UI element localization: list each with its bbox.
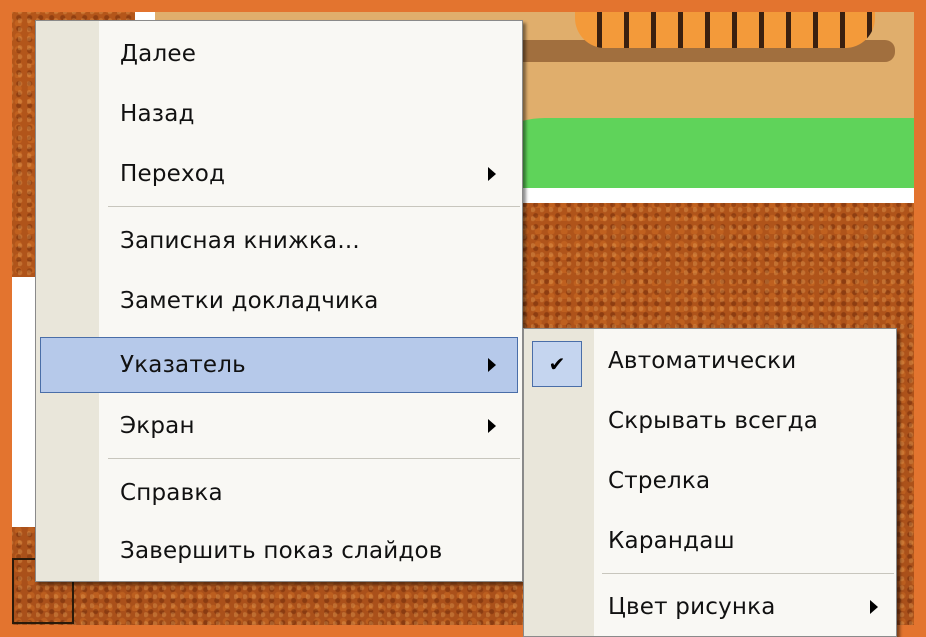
submenu-item-arrow[interactable]: Стрелка (524, 453, 896, 509)
menu-item-goto[interactable]: Переход (36, 146, 522, 202)
illustration-tiger (575, 0, 875, 48)
chevron-right-icon (488, 419, 496, 433)
submenu-item-always-hide[interactable]: Скрывать всегда (524, 393, 896, 449)
chevron-right-icon (870, 600, 878, 614)
chevron-right-icon (488, 358, 496, 372)
menu-item-notebook[interactable]: Записная книжка... (36, 213, 522, 269)
menu-item-label: Заметки докладчика (120, 288, 379, 314)
menu-item-pointer[interactable]: Указатель (40, 337, 518, 393)
menu-item-screen[interactable]: Экран (36, 398, 522, 454)
menu-item-label: Далее (120, 41, 197, 67)
slide-white-patch (12, 277, 36, 527)
menu-item-label: Карандаш (608, 528, 735, 554)
menu-item-help[interactable]: Справка (36, 465, 522, 521)
pointer-submenu: ✔ Автоматически Скрывать всегда Стрелка … (523, 328, 897, 637)
menu-item-back[interactable]: Назад (36, 86, 522, 142)
menu-item-label: Переход (120, 161, 226, 187)
illustration-grass (485, 118, 921, 188)
menu-item-next[interactable]: Далее (36, 26, 522, 82)
menu-item-speaker-notes[interactable]: Заметки докладчика (36, 273, 522, 329)
menu-item-label: Цвет рисунка (608, 594, 776, 620)
menu-item-end-show[interactable]: Завершить показ слайдов (36, 523, 522, 579)
check-icon: ✔ (532, 341, 582, 387)
menu-item-label: Справка (120, 480, 223, 506)
chevron-right-icon (488, 167, 496, 181)
menu-item-label: Экран (120, 413, 195, 439)
menu-separator (602, 573, 894, 574)
menu-item-label: Скрывать всегда (608, 408, 819, 434)
menu-item-label: Завершить показ слайдов (120, 538, 443, 564)
menu-item-label: Стрелка (608, 468, 711, 494)
submenu-item-pen[interactable]: Карандаш (524, 513, 896, 569)
submenu-item-automatic[interactable]: ✔ Автоматически (524, 333, 896, 389)
submenu-item-ink-color[interactable]: Цвет рисунка (524, 579, 896, 635)
menu-item-label: Записная книжка... (120, 228, 360, 254)
menu-separator (108, 458, 520, 459)
context-menu: Далее Назад Переход Записная книжка... З… (35, 20, 523, 582)
menu-separator (108, 206, 520, 207)
menu-item-label: Назад (120, 101, 195, 127)
menu-item-label: Указатель (120, 352, 246, 378)
menu-item-label: Автоматически (608, 348, 797, 374)
